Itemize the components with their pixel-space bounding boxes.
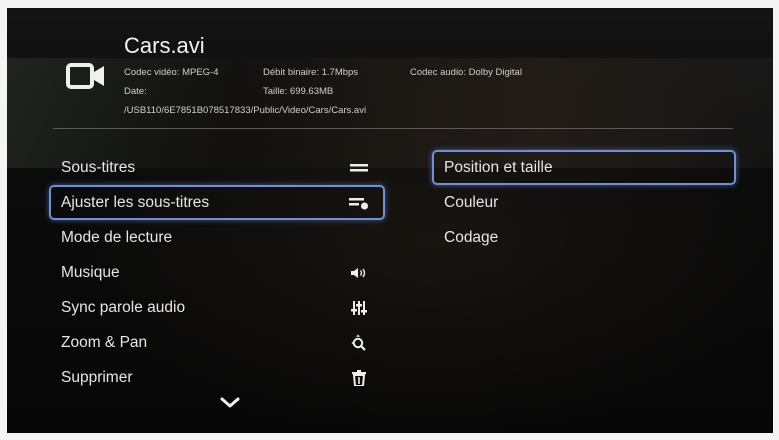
menu-item-label: Musique <box>61 263 120 281</box>
menu-item-label: Ajuster les sous-titres <box>61 193 210 211</box>
menu-item-music[interactable]: Musique <box>49 255 385 290</box>
menu-item-label: Zoom & Pan <box>61 333 148 351</box>
adjust-subtitles-submenu: Position et taille Couleur Codage <box>432 150 736 255</box>
menu-item-label: Sync parole audio <box>61 298 186 316</box>
menu-item-playback-mode[interactable]: Mode de lecture <box>49 220 385 255</box>
chevron-down-icon[interactable] <box>219 396 241 410</box>
file-path: /USB110/6E7851B078517833/Public/Video/Ca… <box>124 105 367 116</box>
menu-item-adjust-subtitles[interactable]: Ajuster les sous-titres <box>49 185 385 220</box>
submenu-item-label: Couleur <box>444 193 499 211</box>
menu-item-subtitles[interactable]: Sous-titres <box>49 150 385 185</box>
submenu-item-color[interactable]: Couleur <box>432 185 736 220</box>
speaker-icon <box>349 263 369 283</box>
menu-item-label: Sous-titres <box>61 158 136 176</box>
zoom-icon <box>349 333 369 353</box>
file-size: Taille: 699.63MB <box>263 86 334 97</box>
video-camera-icon <box>66 63 104 89</box>
video-codec: Codec vidéo: MPEG-4 <box>124 67 219 78</box>
menu-item-label: Mode de lecture <box>61 228 173 246</box>
menu-item-delete[interactable]: Supprimer <box>49 360 385 395</box>
subtitles-icon <box>349 158 369 178</box>
file-info-header: Cars.avi Codec vidéo: MPEG-4 Débit binai… <box>7 8 773 138</box>
submenu-item-encoding[interactable]: Codage <box>432 220 736 255</box>
audio-codec: Codec audio: Dolby Digital <box>410 67 522 78</box>
file-title: Cars.avi <box>124 33 205 58</box>
menu-item-audio-sync[interactable]: Sync parole audio <box>49 290 385 325</box>
submenu-item-label: Codage <box>444 228 499 246</box>
adjust-subtitles-icon <box>349 193 369 213</box>
submenu-item-label: Position et taille <box>444 158 553 176</box>
options-menu: Sous-titres Ajuster les sous-titres Mode… <box>49 150 385 395</box>
header-divider <box>53 128 733 129</box>
equalizer-sliders-icon <box>349 298 369 318</box>
video-options-screen: Cars.avi Codec vidéo: MPEG-4 Débit binai… <box>7 8 773 433</box>
trash-icon <box>349 368 369 388</box>
submenu-item-position-size[interactable]: Position et taille <box>432 150 736 185</box>
date-label: Date: <box>124 86 147 97</box>
bitrate: Débit binaire: 1.7Mbps <box>263 67 359 78</box>
menu-item-zoom-pan[interactable]: Zoom & Pan <box>49 325 385 360</box>
menu-item-label: Supprimer <box>61 368 133 386</box>
